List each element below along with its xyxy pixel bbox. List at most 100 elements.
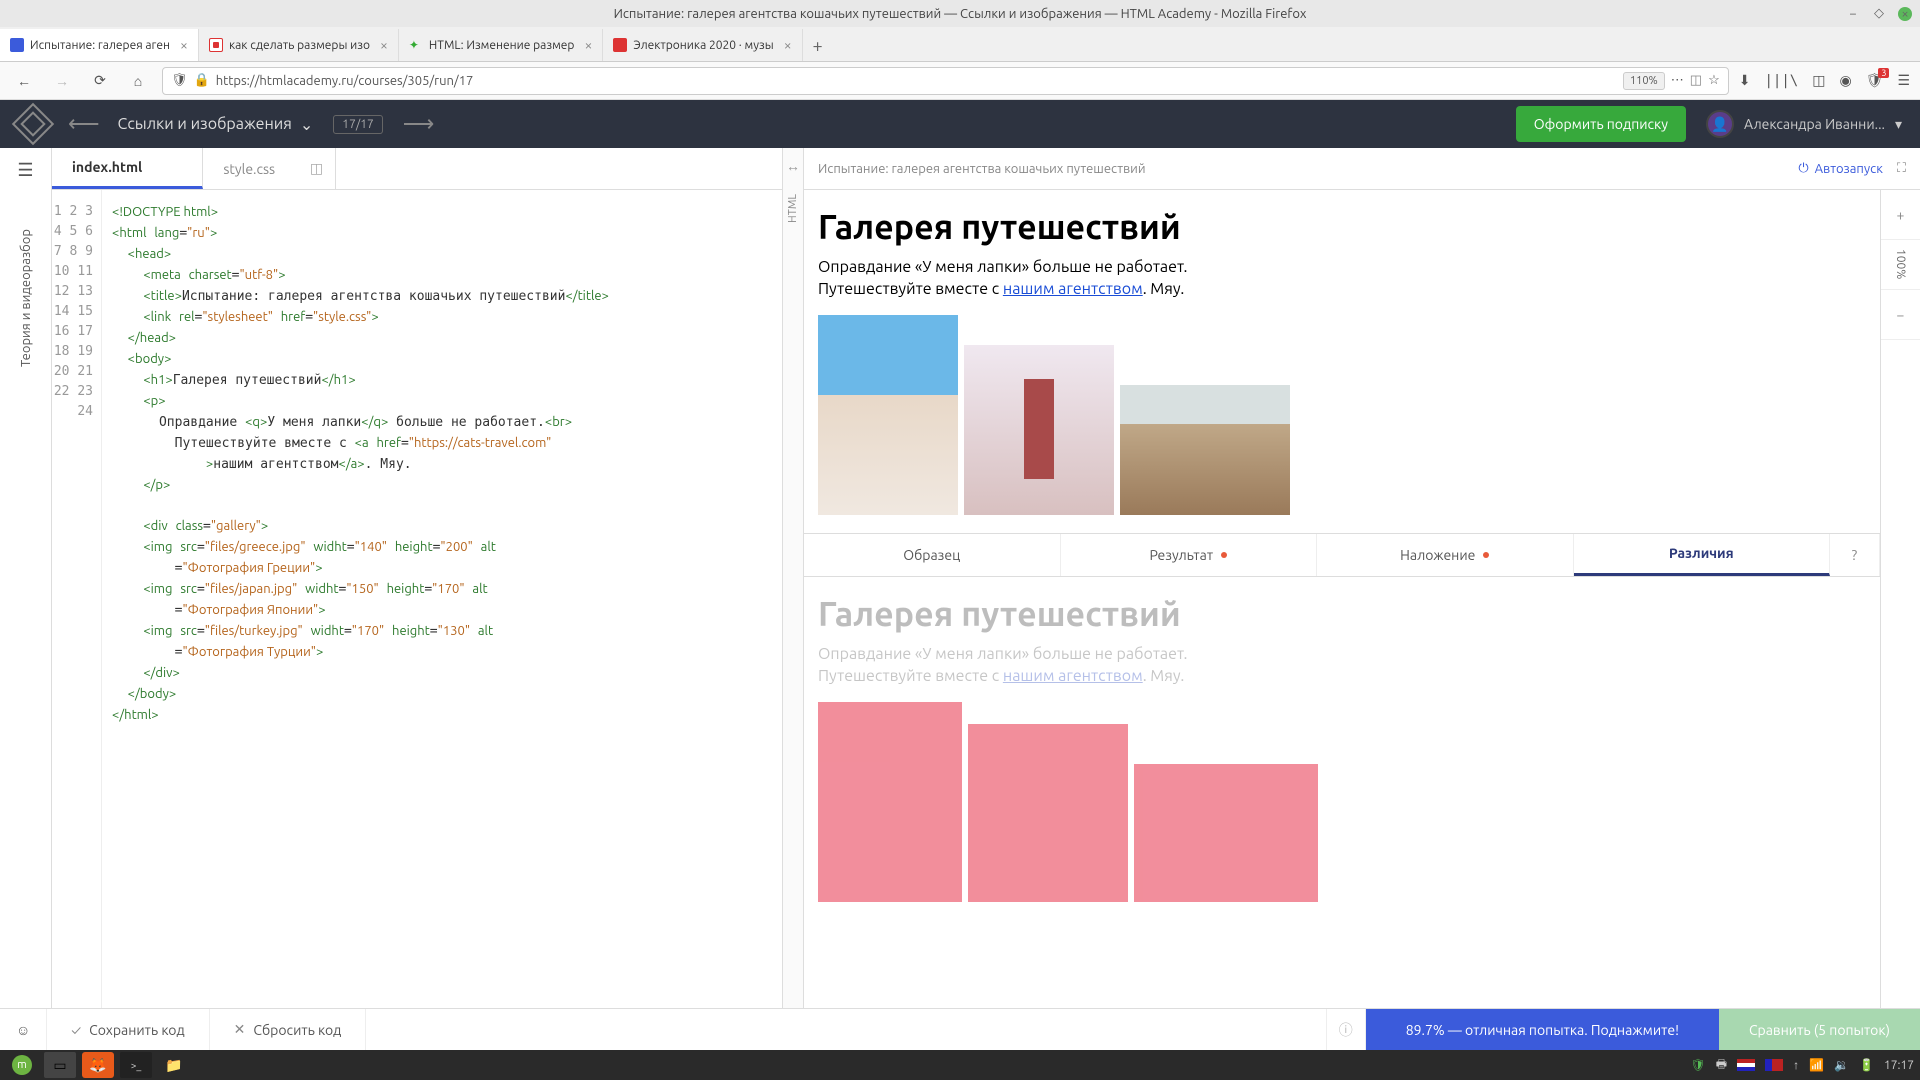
tab-overlay[interactable]: Наложение	[1317, 534, 1574, 576]
browser-tab-3[interactable]: ✦ HTML: Изменение размер ×	[399, 29, 603, 61]
code-editor[interactable]: 1 2 3 4 5 6 7 8 9 10 11 12 13 14 15 16 1…	[52, 190, 782, 1008]
app-footer: ☺ ✓Сохранить код ✕Сбросить код ⓘ 89.7% —…	[0, 1008, 1920, 1050]
course-title[interactable]: Ссылки и изображения ⌄	[118, 115, 314, 134]
zoom-level: 100%	[1881, 240, 1920, 290]
menu-icon[interactable]: ☰	[17, 160, 33, 181]
logo-icon[interactable]	[12, 103, 54, 145]
start-menu[interactable]: m	[6, 1052, 38, 1078]
favicon-icon	[10, 38, 24, 52]
wifi-icon[interactable]: 📶	[1809, 1058, 1824, 1072]
zoom-in-button[interactable]: +	[1881, 190, 1920, 240]
subscribe-button[interactable]: Оформить подписку	[1516, 106, 1686, 142]
feedback-button[interactable]: ☺	[0, 1009, 47, 1050]
diff-image	[1134, 764, 1318, 902]
close-icon: ✕	[234, 1021, 246, 1038]
info-icon[interactable]: ⓘ	[1326, 1009, 1366, 1050]
favicon-icon	[613, 38, 627, 52]
diff-view: Галерея путешествий Оправдание «У меня л…	[804, 577, 1880, 920]
clock[interactable]: 17:17	[1884, 1059, 1914, 1072]
reset-button[interactable]: ✕Сбросить код	[210, 1009, 367, 1050]
line-gutter: 1 2 3 4 5 6 7 8 9 10 11 12 13 14 15 16 1…	[52, 190, 102, 1008]
user-menu[interactable]: 👤 Александра Иванни... ▾	[1706, 110, 1902, 138]
user-name: Александра Иванни...	[1744, 116, 1885, 132]
shield-icon[interactable]: 🛡	[1691, 1058, 1706, 1072]
tab-index-html[interactable]: index.html	[52, 148, 203, 189]
minimize-icon[interactable]: −	[1846, 7, 1860, 21]
check-icon: ✓	[71, 1022, 81, 1038]
split-icon[interactable]: ◫	[310, 160, 323, 177]
home-button[interactable]: ⌂	[124, 67, 152, 95]
tab-style-css[interactable]: style.css ◫	[203, 148, 336, 189]
text: Оправдание «У меня лапки» больше не рабо…	[818, 258, 1187, 276]
battery-icon[interactable]: 🔋	[1859, 1058, 1874, 1072]
keyboard-layout-icon[interactable]	[1765, 1059, 1783, 1071]
star-icon[interactable]: ☆	[1708, 73, 1720, 88]
new-tab-button[interactable]: +	[803, 31, 833, 61]
compare-button[interactable]: Сравнить (5 попыток)	[1719, 1009, 1920, 1050]
library-icon[interactable]: |||\	[1764, 73, 1798, 89]
tab-close-icon[interactable]: ×	[584, 37, 592, 53]
flag-icon[interactable]	[1737, 1059, 1755, 1071]
tab-label: Различия	[1669, 545, 1734, 561]
agency-link[interactable]: нашим агентством	[1003, 667, 1143, 685]
address-bar[interactable]: 🛡 🔒 https://htmlacademy.ru/courses/305/r…	[162, 67, 1729, 95]
browser-tab-4[interactable]: Электроника 2020 · музы ×	[603, 29, 802, 61]
taskbar-folder[interactable]: 📁	[158, 1052, 190, 1078]
system-tray: 🛡 🖶 ↑ 📶 🔉 🔋 17:17	[1691, 1055, 1914, 1076]
updates-icon[interactable]: ↑	[1793, 1058, 1799, 1072]
autorun-toggle[interactable]: ⏻ Автозапуск	[1798, 161, 1883, 176]
printer-icon[interactable]: 🖶	[1716, 1055, 1727, 1076]
pane-divider[interactable]: ↔ HTML	[782, 148, 804, 1008]
next-lesson-button[interactable]: ⟶	[403, 111, 433, 137]
taskbar-terminal[interactable]: >_	[120, 1052, 152, 1078]
reader-icon[interactable]: ◫	[1690, 73, 1702, 88]
chevron-down-icon: ▾	[1895, 116, 1902, 133]
tab-sample[interactable]: Образец	[804, 534, 1061, 576]
preview-content: Галерея путешествий Оправдание «У меня л…	[804, 190, 1880, 1008]
autorun-label: Автозапуск	[1815, 162, 1883, 176]
mint-icon: m	[12, 1055, 32, 1075]
agency-link[interactable]: нашим агентством	[1003, 280, 1143, 298]
image-turkey	[1120, 385, 1290, 515]
prev-lesson-button[interactable]: ⟵	[68, 111, 98, 137]
tab-diff[interactable]: Различия	[1574, 534, 1831, 576]
window-title: Испытание: галерея агентства кошачьих пу…	[614, 7, 1307, 21]
maximize-icon[interactable]: ◇	[1872, 7, 1886, 21]
browser-tab-strip: Испытание: галерея аген × как сделать ра…	[0, 27, 1920, 62]
forward-button[interactable]: →	[48, 67, 76, 95]
downloads-icon[interactable]: ⬇	[1739, 72, 1751, 89]
course-name: Ссылки и изображения	[118, 115, 292, 133]
reload-button[interactable]: ⟳	[86, 67, 114, 95]
taskbar-firefox[interactable]: 🦊	[82, 1052, 114, 1078]
extension-icon[interactable]: 🛡3	[1866, 72, 1884, 89]
sidebar-icon[interactable]: ◫	[1812, 72, 1825, 89]
os-taskbar: m ▭ 🦊 >_ 📁 🛡 🖶 ↑ 📶 🔉 🔋 17:17	[0, 1050, 1920, 1080]
zoom-out-button[interactable]: −	[1881, 290, 1920, 340]
file-tabs: index.html style.css ◫	[52, 148, 782, 190]
account-icon[interactable]: ◉	[1839, 72, 1851, 89]
favicon-icon: ✦	[409, 38, 423, 52]
back-button[interactable]: ←	[10, 67, 38, 95]
resize-icon[interactable]: ↔	[786, 158, 800, 174]
theory-button[interactable]: Теория и видеоразбор	[19, 229, 33, 367]
tab-label: Образец	[903, 547, 960, 563]
tab-close-icon[interactable]: ×	[784, 37, 792, 53]
volume-icon[interactable]: 🔉	[1834, 1058, 1849, 1072]
close-icon[interactable]: ×	[1898, 7, 1912, 21]
menu-icon[interactable]: ☰	[1897, 72, 1910, 89]
save-button[interactable]: ✓Сохранить код	[47, 1009, 209, 1050]
fullscreen-icon[interactable]: ⛶	[1897, 161, 1906, 176]
tab-close-icon[interactable]: ×	[180, 37, 188, 53]
dot-icon	[1483, 552, 1489, 558]
preview-heading: Галерея путешествий	[818, 208, 1866, 246]
zoom-badge[interactable]: 110%	[1623, 72, 1665, 90]
tab-result[interactable]: Результат	[1061, 534, 1318, 576]
more-icon[interactable]: ⋯	[1671, 73, 1684, 88]
help-button[interactable]: ?	[1830, 534, 1880, 576]
taskbar-files[interactable]: ▭	[44, 1052, 76, 1078]
diff-paragraph: Оправдание «У меня лапки» больше не рабо…	[818, 643, 1866, 688]
browser-tab-1[interactable]: Испытание: галерея аген ×	[0, 29, 199, 61]
code-content[interactable]: <!DOCTYPE html> <html lang="ru"> <head> …	[102, 190, 782, 1008]
browser-tab-2[interactable]: как сделать размеры изо ×	[199, 29, 399, 61]
tab-close-icon[interactable]: ×	[380, 37, 388, 53]
